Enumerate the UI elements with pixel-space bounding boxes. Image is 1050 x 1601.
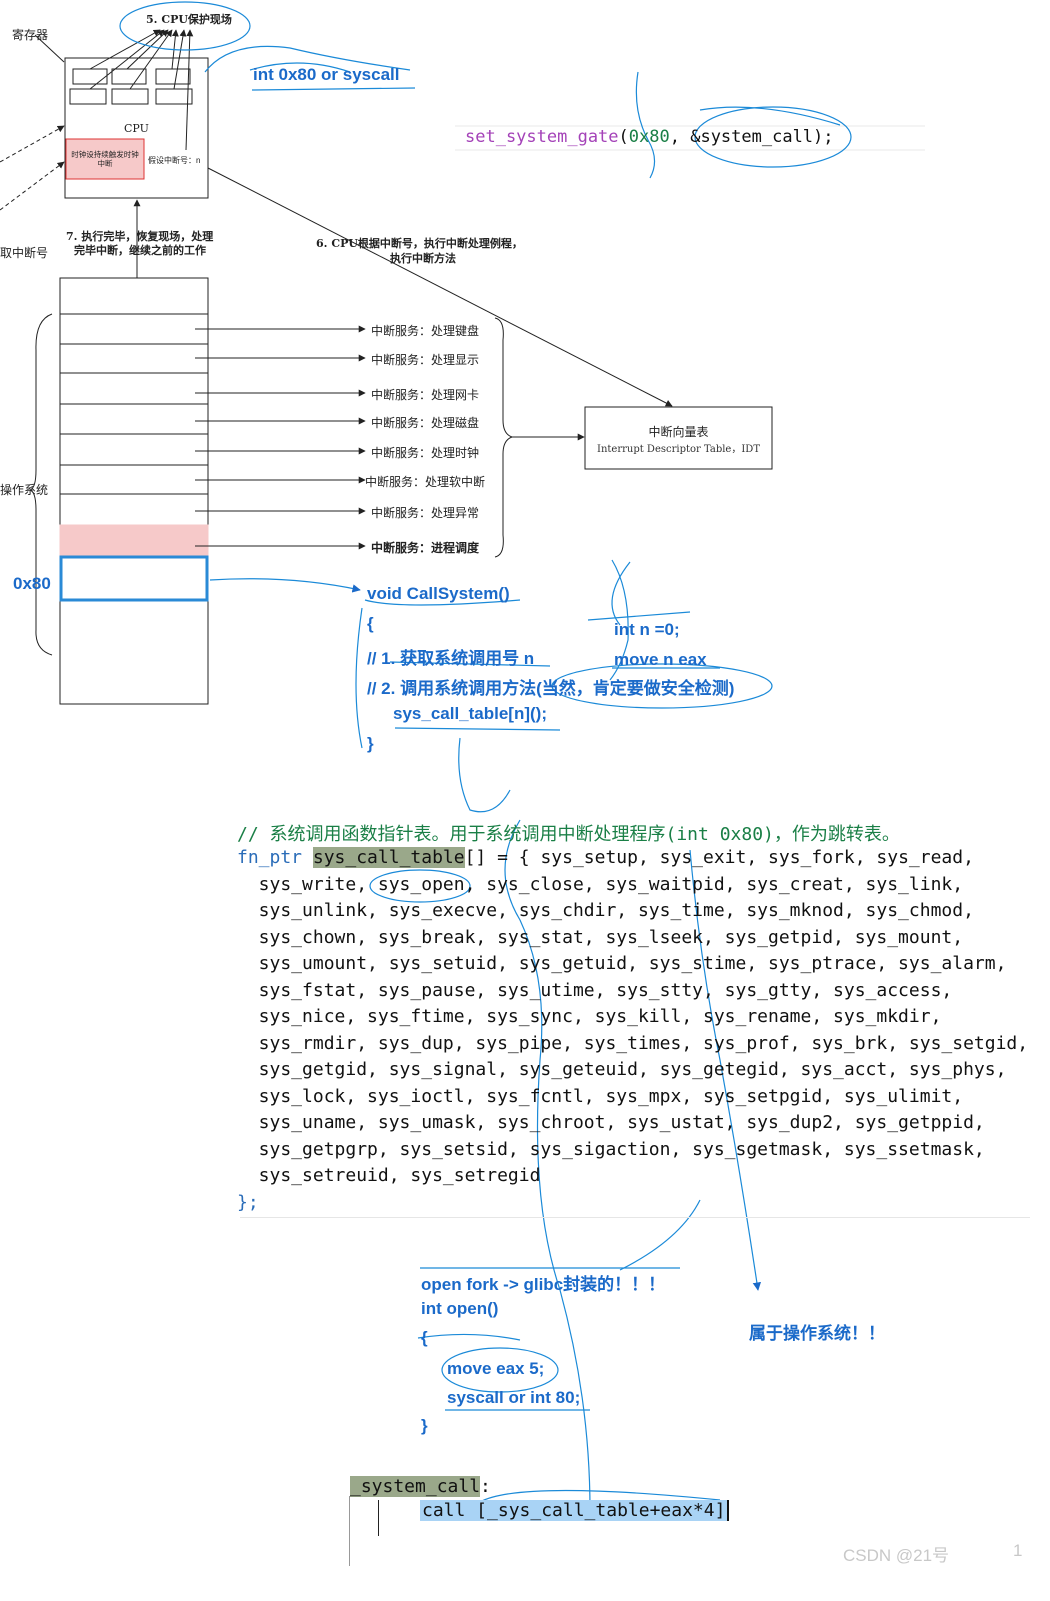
callsystem-call: sys_call_table[n]();: [393, 704, 547, 723]
table-type: fn_ptr: [237, 847, 303, 868]
service-exception: 中断服务：处理异常: [370, 506, 479, 520]
move-eax-note: move eax 5;: [447, 1359, 545, 1378]
asm-colon: :: [480, 1476, 491, 1497]
clock-box-label: 时钟设持续触发时钟中断: [71, 150, 139, 168]
asm-label-line: _system_call:: [350, 1476, 491, 1497]
callsystem-comment-1: // 1. 获取系统调用号 n: [367, 649, 535, 668]
table-line: sys_chown, sys_break, sys_stat, sys_lsee…: [237, 927, 964, 948]
note-open-brace: {: [421, 1328, 428, 1347]
asm-gutter-line: [349, 1496, 350, 1566]
table-line: sys_getgid, sys_signal, sys_geteuid, sys…: [237, 1059, 1007, 1080]
page-number: 1: [1013, 1541, 1023, 1560]
table-end: };: [237, 1192, 259, 1213]
os-label: 操作系统: [0, 483, 49, 497]
table-decl-rest: [] = { sys_setup, sys_exit, sys_fork, sy…: [464, 847, 974, 868]
get-int-number-label: 取中断号: [0, 246, 49, 260]
gate-arg2: &system_call: [690, 127, 814, 147]
note-close-brace: }: [421, 1416, 428, 1435]
table-decl: fn_ptr sys_call_table[] = { sys_setup, s…: [237, 847, 974, 868]
sys-call-table-code: // 系统调用函数指针表。用于系统调用中断处理程序(int 0x80)，作为跳转…: [237, 820, 1037, 1220]
service-network: 中断服务：处理网卡: [370, 388, 479, 402]
callsystem-close-brace: }: [367, 734, 374, 753]
gate-open: (: [618, 127, 629, 147]
callsystem-open-brace: {: [367, 614, 374, 633]
gate-close: );: [813, 127, 834, 147]
int80-syscall-label: int 0x80 or syscall: [253, 65, 400, 84]
table-line: sys_umount, sys_setuid, sys_getuid, sys_…: [237, 953, 1007, 974]
code-divider: [240, 1217, 1030, 1218]
table-line: sys_rmdir, sys_dup, sys_pipe, sys_times,…: [237, 1033, 1029, 1054]
int-n-note: int n =0;: [614, 620, 680, 639]
service-clock: 中断服务：处理时钟: [370, 446, 479, 460]
table-name: sys_call_table: [312, 847, 465, 868]
int-open-note: int open(): [421, 1299, 499, 1318]
dashed-lines: [0, 125, 65, 211]
move-n-eax-note: move n eax: [614, 650, 707, 669]
step6-line2: 执行中断方法: [390, 252, 456, 265]
table-line: sys_setreuid, sys_setregid: [237, 1165, 541, 1186]
gate-sep: ,: [669, 127, 691, 147]
idt-subtitle: Interrupt Descriptor Table，IDT: [597, 444, 760, 455]
callsystem-comment-2: // 2. 调用系统调用方法(当然，肯定要做安全检测): [367, 679, 735, 698]
step6-arrow: [207, 167, 673, 407]
table-line: sys_uname, sys_umask, sys_chroot, sys_us…: [237, 1112, 985, 1133]
table-line: sys_nice, sys_ftime, sys_sync, sys_kill,…: [237, 1006, 942, 1027]
belongs-os-note: 属于操作系统！！: [749, 1324, 885, 1343]
asm-instruction: call [_sys_call_table+eax*4]: [420, 1500, 730, 1521]
gate-fn: set_system_gate: [465, 127, 619, 147]
step5-label: 5. CPU保护现场: [146, 13, 232, 26]
register-label: 寄存器: [12, 28, 49, 42]
watermark: CSDN @21号: [843, 1546, 950, 1565]
callsystem-signature: void CallSystem(): [367, 584, 510, 603]
table-comment: // 系统调用函数指针表。用于系统调用中断处理程序(int 0x80)，作为跳转…: [237, 824, 900, 845]
os-column: [59, 277, 209, 705]
cpu-label: CPU: [124, 122, 149, 135]
gate-code: set_system_gate(0x80, &system_call);: [465, 127, 834, 147]
table-line: sys_getpgrp, sys_setsid, sys_sigaction, …: [237, 1139, 985, 1160]
service-display: 中断服务：处理显示: [370, 353, 479, 367]
service-scheduler: 中断服务：进程调度: [370, 541, 479, 555]
service-disk: 中断服务：处理磁盘: [370, 416, 479, 430]
slot-0x80: [59, 555, 209, 602]
asm-label: _system_call: [350, 1476, 481, 1497]
asm-indent-guide: [378, 1500, 379, 1536]
step6-line1: 6. CPU根据中断号，执行中断处理例程，: [316, 237, 523, 250]
table-line: sys_unlink, sys_execve, sys_chdir, sys_t…: [237, 900, 974, 921]
service-keyboard: 中断服务：处理键盘: [370, 324, 479, 338]
table-line: sys_lock, sys_ioctl, sys_fcntl, sys_mpx,…: [237, 1086, 964, 1107]
step7-line2: 完毕中断，继续之前的工作: [74, 244, 206, 257]
glibc-note: open fork -> glibc封装的！！！: [421, 1275, 666, 1294]
gate-arg1: 0x80: [628, 127, 670, 147]
table-line: sys_fstat, sys_pause, sys_utime, sys_stt…: [237, 980, 953, 1001]
int-number-label: 假设中断号：n: [148, 156, 201, 165]
table-line: sys_write, sys_open, sys_close, sys_wait…: [237, 874, 964, 895]
hex-0x80-label: 0x80: [13, 574, 51, 593]
service-soft-int: 中断服务：处理软中断: [364, 475, 485, 489]
syscall-note: syscall or int 80;: [447, 1388, 581, 1407]
idt-title: 中断向量表: [648, 425, 709, 439]
